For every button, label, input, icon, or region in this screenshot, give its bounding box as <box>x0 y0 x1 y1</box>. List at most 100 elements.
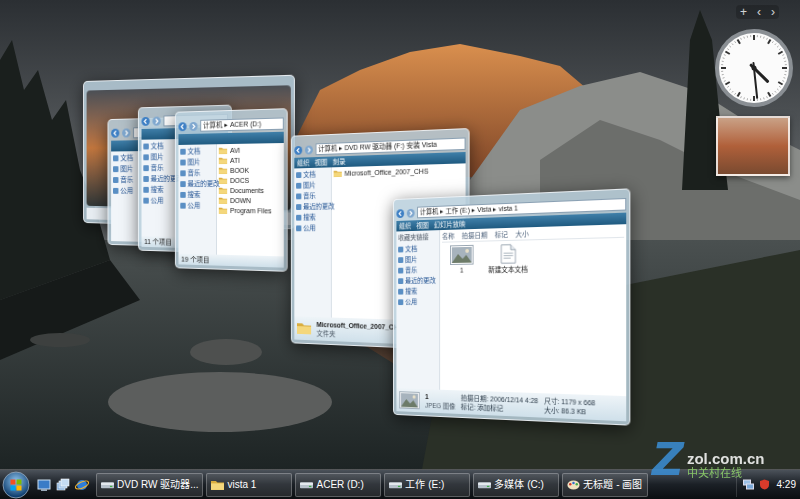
library-icon <box>143 154 148 160</box>
library-icon <box>296 182 301 188</box>
clock-gadget[interactable] <box>713 27 795 109</box>
taskbar-button[interactable]: vista 1 <box>206 473 292 497</box>
column-label[interactable]: 名称 <box>442 232 455 241</box>
back-arrow-icon <box>178 122 186 131</box>
nav-link[interactable]: 图片 <box>143 152 177 161</box>
toolbar-button[interactable]: 视图 <box>416 220 428 230</box>
slideshow-gadget[interactable] <box>716 116 790 176</box>
nav-link-label: 文档 <box>303 170 315 179</box>
item-label: AVI <box>230 146 240 155</box>
address-bar[interactable]: 计算机 ▸ ACER (D:) <box>200 117 283 131</box>
content-pane: 名称拍摄日期标记大小 1新建文本文档 <box>440 224 626 396</box>
explorer-window[interactable]: 计算机 ▸ 工作 (E:) ▸ Vista ▸ vista 1组织视图幻灯片放映… <box>393 188 630 425</box>
nav-link[interactable]: 图片 <box>180 157 214 166</box>
details-field: 标记: 添加标记 <box>461 402 538 414</box>
toolbar-button[interactable]: 组织 <box>399 221 411 231</box>
toolbar-button[interactable]: 组织 <box>297 158 309 168</box>
folder-item[interactable]: AVI <box>219 145 282 155</box>
library-icon <box>113 177 118 183</box>
nav-link-label: 公用 <box>151 196 164 205</box>
nav-link[interactable]: 文档 <box>398 244 437 254</box>
explorer-window[interactable]: 计算机 ▸ ACER (D:) 文档图片音乐最近的更改搜索公用 AVIATIBOOK… <box>175 108 288 272</box>
drive-icon <box>389 480 402 490</box>
nav-link[interactable]: 公用 <box>296 223 329 232</box>
nav-link[interactable]: 搜索 <box>296 213 329 222</box>
nav-link[interactable]: 音乐 <box>296 191 329 200</box>
folder-item[interactable]: BOOK <box>219 165 282 175</box>
details-type: 文件夹 <box>316 329 402 341</box>
column-label[interactable]: 拍摄日期 <box>462 231 488 241</box>
nav-link-label: 文档 <box>188 147 201 156</box>
toolbar-button[interactable]: 视图 <box>315 157 328 167</box>
status-bar: 19 个项目 <box>178 254 283 268</box>
toolbar-button[interactable]: 幻灯片放映 <box>434 219 465 230</box>
column-label[interactable]: 大小 <box>515 229 528 238</box>
taskbar-button[interactable]: DVD RW 驱动器... <box>96 473 203 497</box>
nav-link[interactable]: 音乐 <box>398 265 437 274</box>
sidebar-control-button[interactable]: + <box>740 5 747 19</box>
nav-title: 收藏夹链接 <box>398 232 437 242</box>
nav-link[interactable]: 搜索 <box>180 190 214 199</box>
nav-link[interactable]: 文档 <box>143 141 177 150</box>
nav-link[interactable]: 图片 <box>398 254 437 263</box>
status-text: 19 个项目 <box>181 254 209 265</box>
sidebar-control-button[interactable]: ‹ <box>757 5 761 19</box>
folder-icon <box>211 480 224 490</box>
start-orb-icon <box>2 471 30 499</box>
text-item[interactable]: 新建文本文档 <box>487 243 528 274</box>
forward-arrow-icon <box>122 128 130 137</box>
taskbar-button[interactable]: 多媒体 (C:) <box>473 473 559 497</box>
folder-item[interactable]: DOWN <box>219 196 282 205</box>
nav-link[interactable]: 最近的更改 <box>180 179 214 188</box>
nav-link[interactable]: 搜索 <box>143 185 177 194</box>
taskbar-button-label: 多媒体 (C:) <box>494 479 543 491</box>
library-icon <box>398 299 403 305</box>
nav-link[interactable]: 图片 <box>296 180 329 190</box>
nav-link[interactable]: 搜索 <box>398 287 437 296</box>
taskbar-button[interactable]: 无标题 - 画图 <box>562 473 648 497</box>
details-name-block: 1JPEG 图像 <box>425 392 455 411</box>
item-list: Microsoft_Office_2007_CHS <box>334 165 464 178</box>
sidebar-control-button[interactable]: › <box>771 5 775 19</box>
library-icon <box>180 202 185 208</box>
nav-link[interactable]: 音乐 <box>143 163 177 172</box>
window-body: 文档图片音乐最近的更改搜索公用 AVIATIBOOKDOCSDocumentsDO… <box>178 143 283 256</box>
column-label[interactable]: 标记 <box>495 230 508 239</box>
address-text: 计算机 ▸ ACER (D:) <box>203 120 261 129</box>
details-field: 大小: 86.3 KB <box>544 405 595 416</box>
nav-link-label: 公用 <box>405 297 417 306</box>
folder-item[interactable]: DOCS <box>219 176 282 185</box>
nav-link[interactable]: 音乐 <box>180 168 214 177</box>
clock-time[interactable]: 4:29 <box>775 479 796 491</box>
forward-arrow-icon <box>305 145 313 154</box>
nav-link[interactable]: 公用 <box>398 297 437 306</box>
nav-link[interactable]: 公用 <box>180 201 214 210</box>
folder-item[interactable]: ATI <box>219 155 282 165</box>
taskbar-button[interactable]: 工作 (E:) <box>384 473 470 497</box>
folder-item[interactable]: Documents <box>219 186 282 195</box>
folder-icon <box>297 322 311 334</box>
details-name-block: Microsoft_Office_2007_CHS文件夹 <box>316 320 402 341</box>
back-arrow-icon <box>142 117 150 126</box>
nav-link[interactable]: 最近的更改 <box>398 276 437 285</box>
image-item[interactable]: 1 <box>442 245 482 275</box>
library-icon <box>143 143 148 149</box>
folder-icon <box>219 167 227 174</box>
library-icon <box>113 187 118 193</box>
nav-link[interactable]: 公用 <box>143 196 177 205</box>
folder-item[interactable]: Microsoft_Office_2007_CHS <box>334 165 464 178</box>
nav-link[interactable]: 文档 <box>296 169 329 179</box>
library-icon <box>143 197 148 203</box>
desktop: 文档图片音乐公用文档图片音乐最近的更改搜索公用11 个项目计算机 ▸ ACER … <box>0 0 800 499</box>
folder-icon <box>219 187 227 194</box>
nav-link[interactable]: 最近的更改 <box>143 174 177 183</box>
folder-item[interactable]: Program Files <box>219 206 282 216</box>
toolbar-button[interactable]: 刻录 <box>333 157 346 167</box>
taskbar-button[interactable]: ACER (D:) <box>295 473 381 497</box>
nav-link-label: 图片 <box>405 255 417 264</box>
nav-link-label: 搜索 <box>405 287 417 296</box>
navigation-pane: 文档图片音乐最近的更改搜索公用 <box>178 144 216 254</box>
details-fields: 拍摄日期: 2006/12/14 4:28尺寸: 1179 x 668标记: 添… <box>461 393 595 416</box>
nav-link[interactable]: 文档 <box>180 146 214 155</box>
nav-link[interactable]: 最近的更改 <box>296 202 329 211</box>
